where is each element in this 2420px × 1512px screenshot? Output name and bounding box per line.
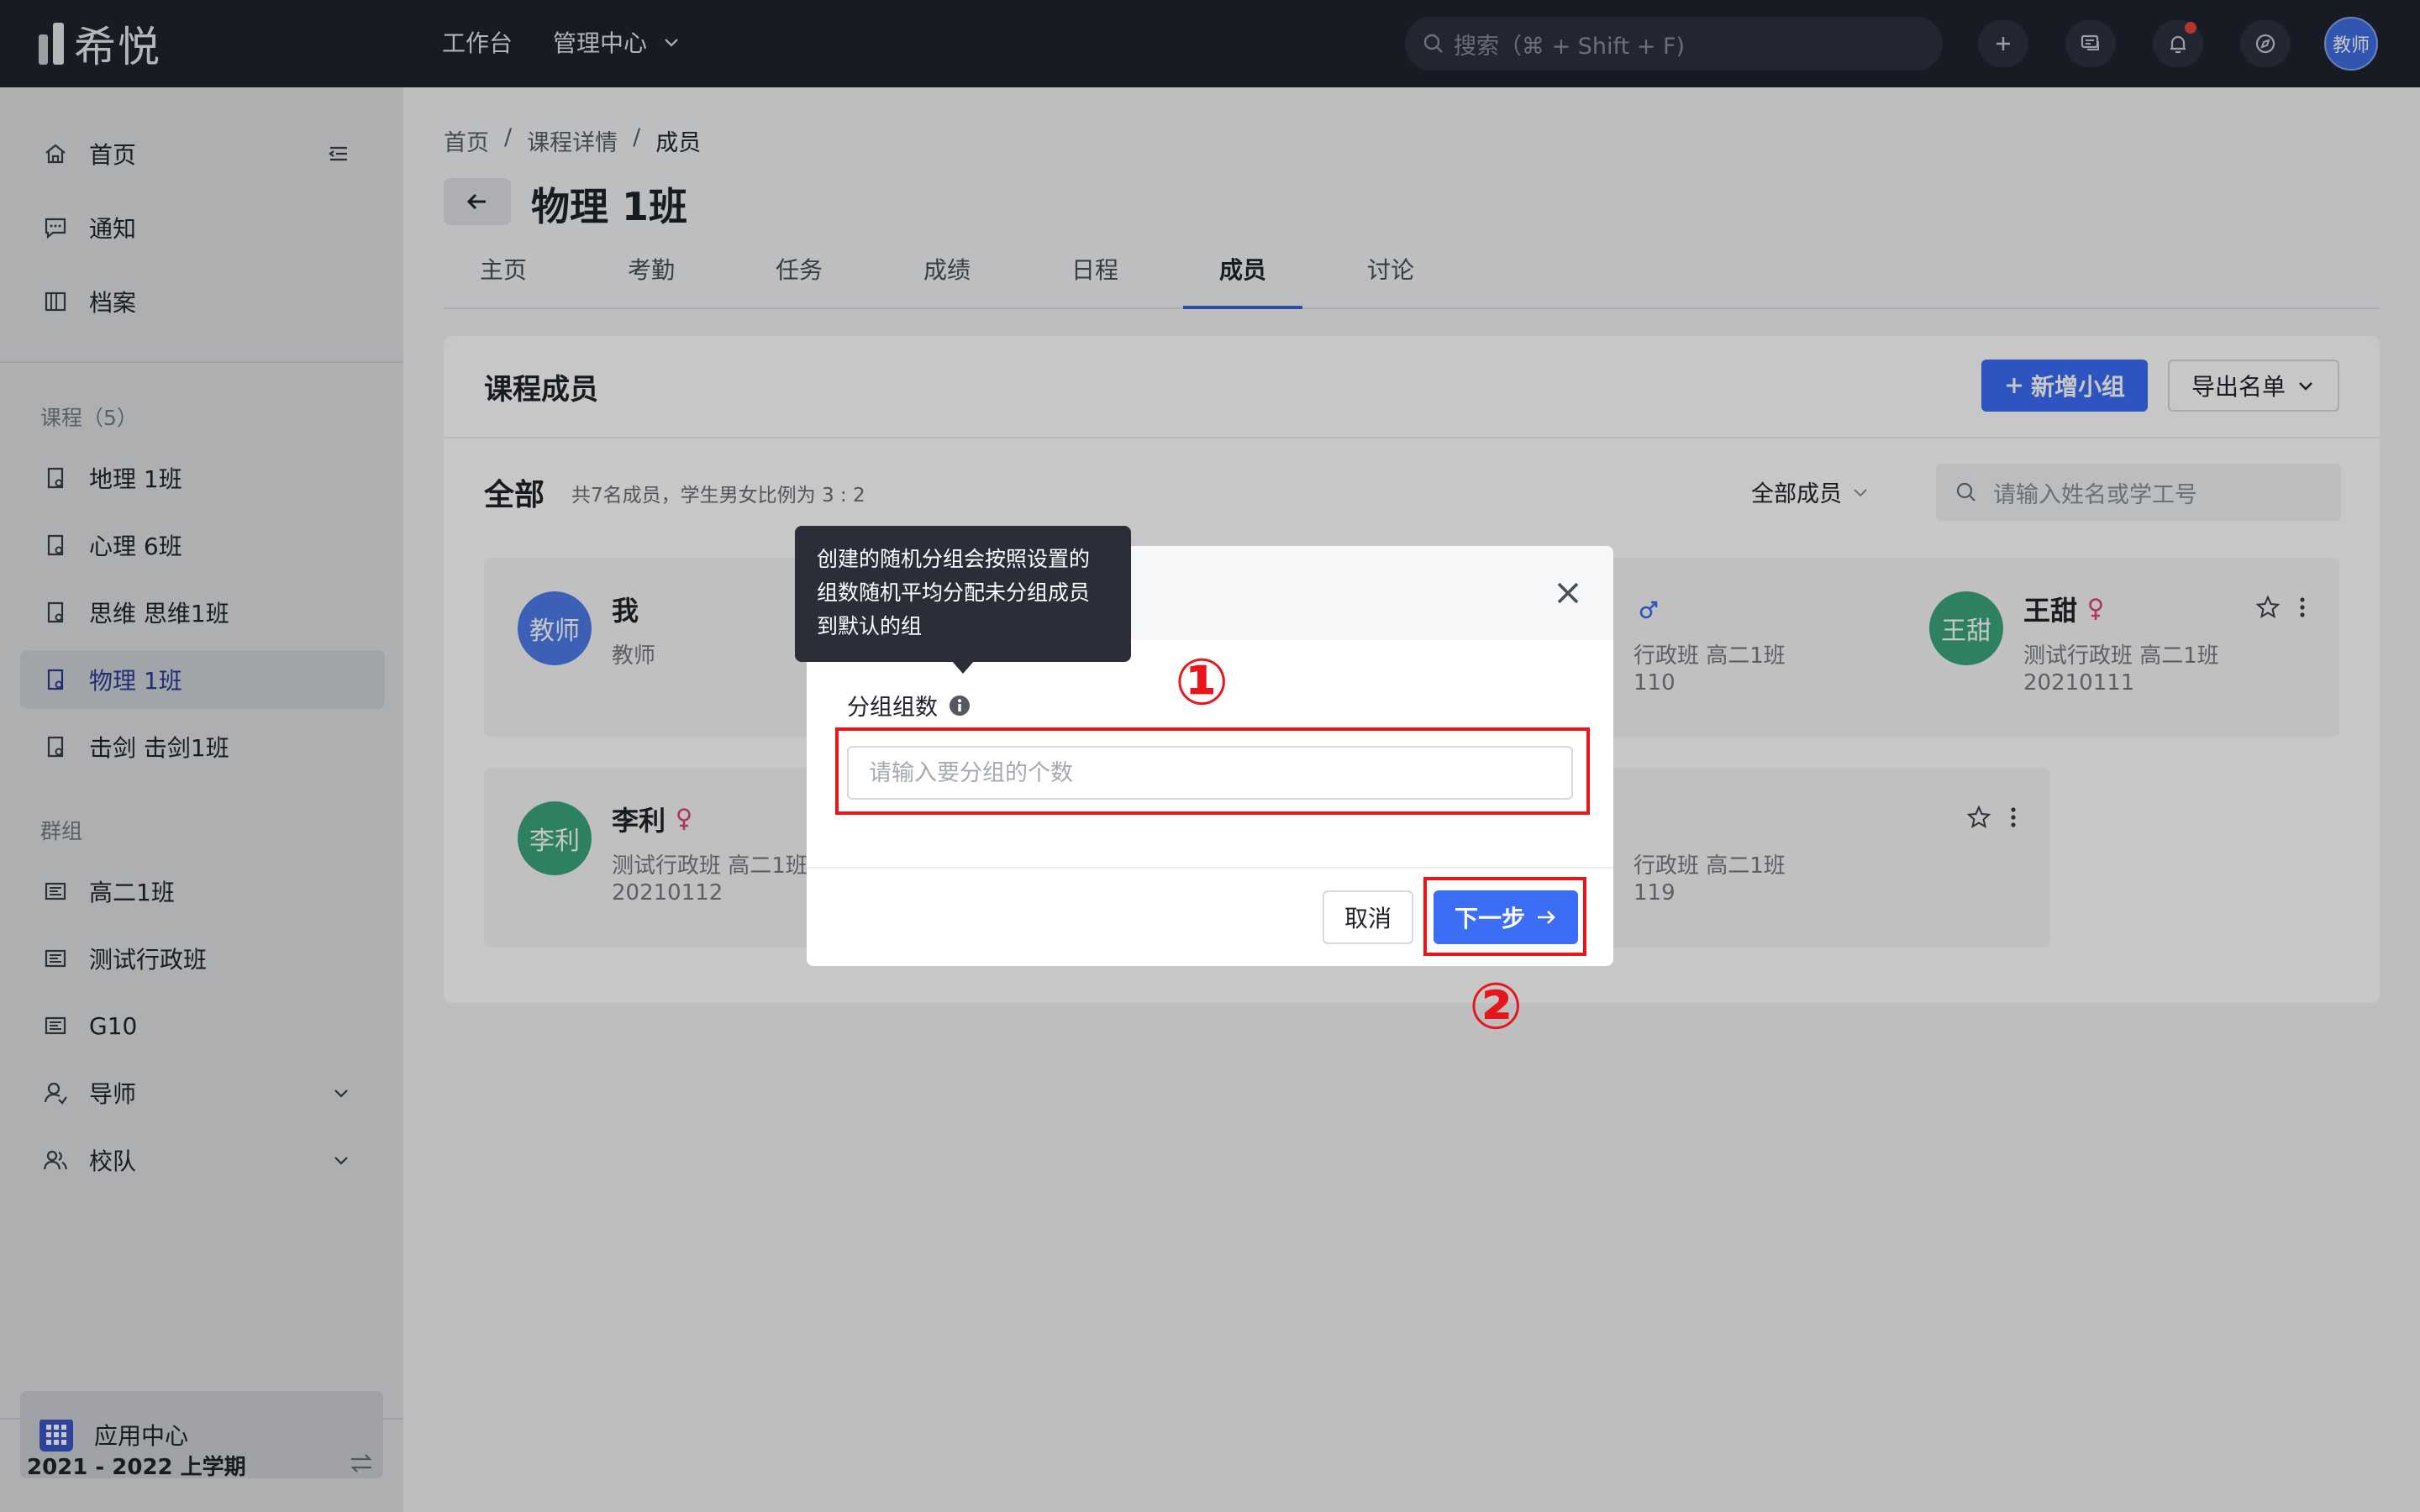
- annotation-marker-1: ①: [1175, 644, 1229, 719]
- group-count-label: 分组组数: [847, 689, 971, 722]
- group-count-tooltip: 创建的随机分组会按照设置的组数随机平均分配未分组成员到默认的组: [795, 526, 1131, 662]
- dialog-footer-divider: [807, 867, 1613, 869]
- close-icon: [1554, 579, 1582, 607]
- annotation-marker-2: ②: [1469, 969, 1523, 1043]
- cancel-button[interactable]: 取消: [1323, 890, 1413, 944]
- close-button[interactable]: [1546, 571, 1590, 615]
- tooltip-arrow: [951, 660, 975, 674]
- highlight-box-next: [1423, 877, 1586, 956]
- info-icon[interactable]: [948, 694, 971, 717]
- highlight-box-input: [835, 727, 1590, 815]
